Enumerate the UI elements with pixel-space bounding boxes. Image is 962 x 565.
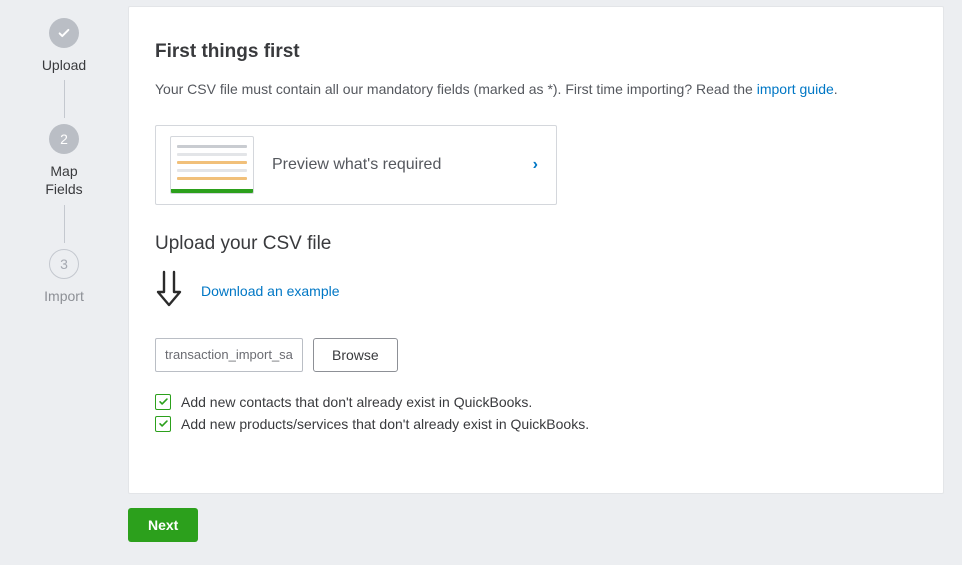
- section-heading: First things first: [155, 41, 917, 63]
- step-label: Map Fields: [45, 162, 82, 198]
- download-example-link[interactable]: Download an example: [201, 283, 340, 299]
- step-upload[interactable]: Upload: [42, 18, 86, 74]
- file-name-input[interactable]: [155, 338, 303, 372]
- import-guide-link[interactable]: import guide: [757, 81, 834, 97]
- intro-text-after: .: [834, 81, 838, 97]
- intro-text-before: Your CSV file must contain all our manda…: [155, 81, 757, 97]
- step-number: 2: [49, 124, 79, 154]
- download-arrow-icon: [155, 269, 183, 314]
- step-label: Upload: [42, 56, 86, 74]
- step-connector: [64, 205, 65, 243]
- check-icon: [49, 18, 79, 48]
- upload-heading: Upload your CSV file: [155, 233, 917, 255]
- step-map-fields[interactable]: 2 Map Fields: [45, 124, 82, 198]
- preview-required-button[interactable]: Preview what's required ›: [155, 125, 557, 205]
- spreadsheet-thumbnail: [170, 136, 254, 194]
- step-label: Import: [44, 287, 84, 305]
- upload-card: First things first Your CSV file must co…: [128, 6, 944, 494]
- next-button[interactable]: Next: [128, 508, 198, 542]
- add-products-label: Add new products/services that don't alr…: [181, 416, 589, 432]
- browse-button[interactable]: Browse: [313, 338, 398, 372]
- stepper: Upload 2 Map Fields 3 Import: [0, 0, 128, 565]
- add-products-checkbox[interactable]: [155, 416, 171, 432]
- step-number: 3: [49, 249, 79, 279]
- add-contacts-checkbox[interactable]: [155, 394, 171, 410]
- add-contacts-label: Add new contacts that don't already exis…: [181, 394, 532, 410]
- chevron-right-icon: ›: [533, 156, 538, 174]
- step-import[interactable]: 3 Import: [44, 249, 84, 305]
- preview-label: Preview what's required: [272, 156, 515, 174]
- step-connector: [64, 80, 65, 118]
- intro-text: Your CSV file must contain all our manda…: [155, 79, 917, 101]
